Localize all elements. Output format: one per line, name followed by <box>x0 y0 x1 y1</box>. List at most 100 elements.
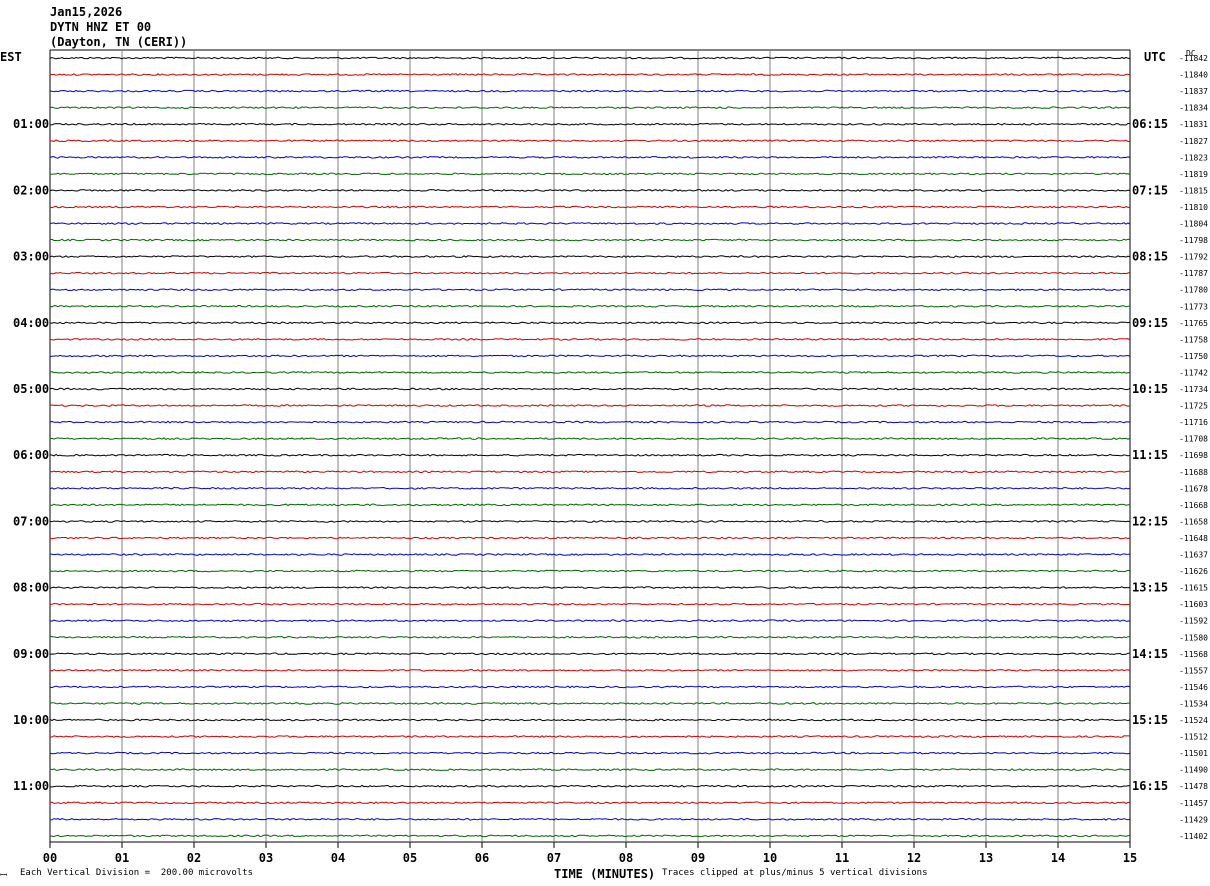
seismic-trace <box>49 586 1131 590</box>
left-time-label: 07:00 <box>13 514 49 528</box>
dc-offset-label: -11568 <box>1179 650 1208 659</box>
seismic-trace <box>49 255 1131 259</box>
seismic-trace <box>49 834 1131 838</box>
x-tick-label: 14 <box>1051 851 1065 865</box>
seismic-trace <box>49 503 1130 507</box>
dc-offset-label: -11708 <box>1179 435 1208 444</box>
seismic-trace <box>49 520 1131 523</box>
dc-offset-label: -11524 <box>1179 716 1208 725</box>
right-time-label: 09:15 <box>1132 316 1168 330</box>
right-time-label: 15:15 <box>1132 713 1168 727</box>
dc-offset-label: -11780 <box>1179 286 1208 295</box>
dc-offset-label: -11688 <box>1179 468 1208 477</box>
scale-note: Each Vertical Division = 200.00 microvol… <box>20 868 253 878</box>
seismic-trace <box>49 602 1131 606</box>
seismic-trace <box>49 702 1130 705</box>
seismic-trace <box>49 354 1131 358</box>
left-time-label: 09:00 <box>13 647 49 661</box>
dc-offset-label: -11716 <box>1179 418 1208 427</box>
dc-offset-label: -11810 <box>1179 203 1208 212</box>
dc-offset-label: -11798 <box>1179 236 1208 245</box>
dc-offset-label: -11842 <box>1179 54 1208 63</box>
dc-offset-label: -11765 <box>1179 319 1208 328</box>
right-time-label: 12:15 <box>1132 514 1168 528</box>
seismic-trace <box>49 337 1131 341</box>
x-tick-label: 04 <box>331 851 345 865</box>
dc-offset-label: -11580 <box>1179 633 1208 642</box>
seismic-trace <box>49 222 1131 225</box>
dc-offset-label: -11827 <box>1179 137 1208 146</box>
right-time-label: 11:15 <box>1132 448 1168 462</box>
seismic-trace <box>49 139 1131 143</box>
seismic-trace <box>49 784 1131 788</box>
left-time-label: 06:00 <box>13 448 49 462</box>
dc-offset-label: -11490 <box>1179 766 1208 775</box>
right-time-label: 16:15 <box>1132 779 1168 793</box>
seismic-trace <box>49 453 1131 457</box>
seismic-trace <box>49 536 1131 540</box>
left-time-label: 10:00 <box>13 713 49 727</box>
seismic-trace <box>49 89 1131 93</box>
dc-offset-label: -11557 <box>1179 666 1208 675</box>
seismic-trace <box>49 271 1131 275</box>
dc-offset-label: -11750 <box>1179 352 1208 361</box>
seismic-trace <box>49 486 1131 490</box>
dc-offset-label: -11837 <box>1179 87 1208 96</box>
seismic-trace <box>49 404 1131 407</box>
dc-offset-label: -11804 <box>1179 220 1208 229</box>
left-time-label: 08:00 <box>13 581 49 595</box>
seismic-trace <box>49 371 1131 374</box>
right-time-label: 14:15 <box>1132 647 1168 661</box>
seismic-trace <box>49 619 1131 623</box>
right-time-label: 13:15 <box>1132 581 1168 595</box>
dc-offset-label: -11787 <box>1179 269 1208 278</box>
seismic-trace <box>49 635 1131 639</box>
dc-offset-label: -11457 <box>1179 799 1208 808</box>
x-tick-label: 02 <box>187 851 201 865</box>
left-time-label: 05:00 <box>13 382 49 396</box>
x-tick-label: 09 <box>691 851 705 865</box>
dc-offset-label: -11834 <box>1179 104 1208 113</box>
seismic-trace <box>49 718 1131 722</box>
right-time-label: 06:15 <box>1132 117 1168 131</box>
dc-offset-label: -11658 <box>1179 517 1208 526</box>
x-tick-label: 06 <box>475 851 489 865</box>
seismic-trace <box>49 569 1131 573</box>
x-axis-label: TIME (MINUTES) <box>554 867 656 881</box>
right-time-label: 10:15 <box>1132 382 1168 396</box>
seismogram-plot: 00 01 02 03 04 05 06 07 08 09 10 11 12 13 14 15 -11842 -1… <box>13 49 1208 865</box>
seismic-trace <box>49 122 1131 126</box>
dc-offset-label: -11402 <box>1179 832 1208 841</box>
dc-offset-label: -11815 <box>1179 186 1208 195</box>
seismic-trace <box>49 172 1131 176</box>
x-tick-label: 05 <box>403 851 417 865</box>
right-time-label: 08:15 <box>1132 250 1168 264</box>
dc-offset-label: -11698 <box>1179 451 1208 460</box>
seismic-trace <box>49 768 1131 772</box>
clip-note: Traces clipped at plus/minus 5 vertical … <box>662 868 928 878</box>
dc-offset-label: -11637 <box>1179 551 1208 560</box>
dc-offset-label: -11668 <box>1179 501 1208 510</box>
seismic-trace <box>49 801 1130 805</box>
dc-offset-label: -11603 <box>1179 600 1208 609</box>
scale-mark-icon: ꟷ <box>0 871 8 881</box>
dc-offset-label: -11823 <box>1179 153 1208 162</box>
seismic-trace <box>49 73 1131 76</box>
seismic-trace <box>49 652 1131 656</box>
seismic-trace <box>49 106 1131 109</box>
x-tick-label: 08 <box>619 851 633 865</box>
seismic-trace <box>49 751 1131 755</box>
left-time-label: 02:00 <box>13 183 49 197</box>
dc-offset-label: -11478 <box>1179 782 1208 791</box>
dc-offset-label: -11546 <box>1179 683 1208 692</box>
dc-offset-label: -11734 <box>1179 385 1208 394</box>
dc-offset-label: -11648 <box>1179 534 1208 543</box>
x-tick-label: 15 <box>1123 851 1137 865</box>
seismic-trace <box>49 304 1131 308</box>
dc-offset-label: -11773 <box>1179 302 1208 311</box>
seismic-trace <box>49 205 1130 209</box>
seismic-trace <box>49 387 1131 391</box>
x-tick-label: 03 <box>259 851 273 865</box>
seismic-trace <box>49 155 1131 159</box>
seismic-trace <box>49 817 1131 821</box>
